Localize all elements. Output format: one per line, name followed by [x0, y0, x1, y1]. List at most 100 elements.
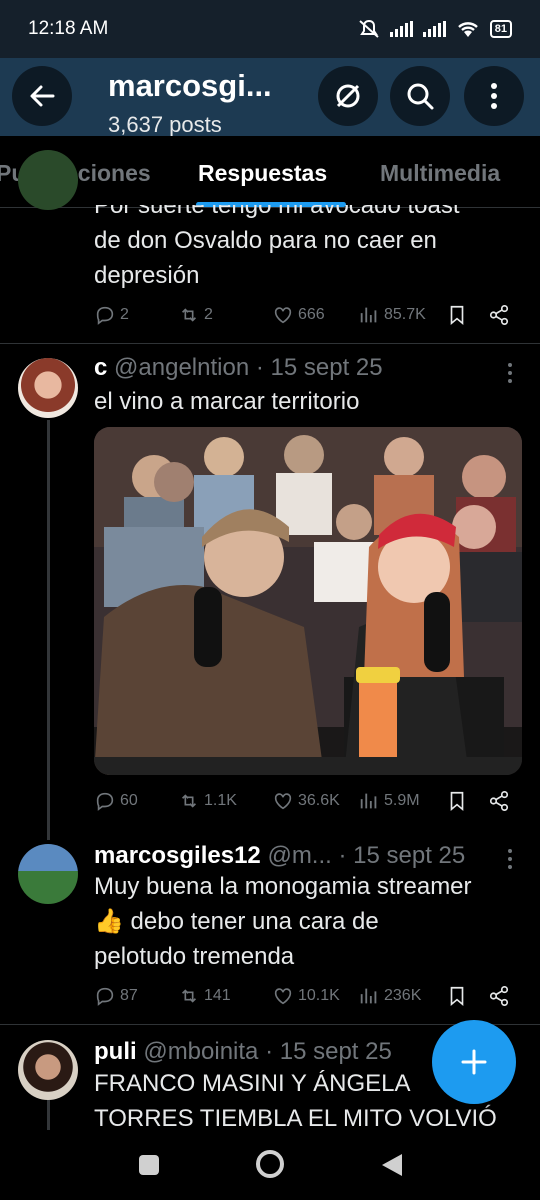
- search-icon: [407, 83, 434, 110]
- status-bar: 12:18 AM 81: [0, 0, 540, 58]
- tweet-text-line: de don Osvaldo para no caer en: [94, 227, 437, 254]
- battery-icon: 81: [489, 20, 512, 38]
- back-nav-icon[interactable]: [380, 1152, 404, 1178]
- retweet-count: 1.1K: [204, 792, 237, 809]
- system-nav-bar: [0, 1130, 540, 1200]
- user-handle[interactable]: @angelntion: [114, 354, 249, 381]
- views-icon: [360, 988, 377, 1004]
- tweet-text-line: pelotudo tremenda: [94, 943, 295, 970]
- thread-line: [47, 1100, 50, 1130]
- share-button[interactable]: [488, 985, 510, 1007]
- avatar[interactable]: [18, 844, 78, 904]
- signal-icon: [389, 21, 413, 37]
- search-button[interactable]: [390, 66, 450, 126]
- reply-button[interactable]: 87: [94, 985, 138, 1007]
- retweet-button[interactable]: 141: [178, 985, 231, 1007]
- avatar[interactable]: [18, 358, 78, 418]
- tweet-header: puli @mboinita · 15 sept 25: [94, 1038, 392, 1066]
- reply-icon: [96, 792, 114, 811]
- display-name[interactable]: puli: [94, 1038, 137, 1065]
- views-count: 85.7K: [384, 306, 426, 323]
- tweet-text-line: Muy buena la monogamia streamer: [94, 873, 472, 900]
- avatar[interactable]: [18, 150, 78, 210]
- status-icons: 81: [358, 19, 512, 39]
- share-icon: [489, 986, 509, 1006]
- share-icon: [489, 791, 509, 811]
- bookmark-icon: [450, 305, 464, 326]
- tweet-date[interactable]: · 15 sept 25: [265, 1038, 392, 1065]
- like-count: 10.1K: [298, 987, 340, 1004]
- tweet-header: c @angelntion · 15 sept 25: [94, 354, 383, 382]
- tab-multimedia[interactable]: Multimedia: [380, 160, 500, 187]
- retweet-button[interactable]: 2: [178, 304, 213, 326]
- like-count: 36.6K: [298, 792, 340, 809]
- tweet-more-icon[interactable]: [500, 360, 520, 386]
- views-button[interactable]: 5.9M: [358, 790, 420, 812]
- tweet-date[interactable]: · 15 sept 25: [256, 354, 383, 381]
- status-time: 12:18 AM: [28, 18, 109, 39]
- mute-icon: [359, 19, 379, 38]
- reply-button[interactable]: 60: [94, 790, 138, 812]
- tweet-text: Por suerte tengo mi avocado toast de don…: [94, 188, 524, 293]
- reply-count: 60: [120, 792, 138, 809]
- compose-button[interactable]: [432, 1020, 516, 1104]
- tweet-actions: 87 141 10.1K 236K: [94, 985, 514, 1013]
- tweet-text-line: TORRES TIEMBLA EL MITO VOLVIÓ: [94, 1105, 497, 1130]
- bookmark-icon: [450, 791, 464, 812]
- tweet-text-line: 👍 debo tener una cara de: [94, 908, 379, 935]
- avatar[interactable]: [18, 1040, 78, 1100]
- views-button[interactable]: 85.7K: [358, 304, 426, 326]
- display-name[interactable]: c: [94, 354, 107, 381]
- retweet-count: 141: [204, 987, 231, 1004]
- divider: [0, 343, 540, 344]
- tweet-text: Muy buena la monogamia streamer 👍 debo t…: [94, 869, 524, 974]
- wifi-icon: [457, 22, 478, 37]
- signal-icon: [422, 21, 446, 37]
- heart-icon: [274, 307, 292, 324]
- views-icon: [360, 307, 377, 323]
- display-name[interactable]: marcosgiles12: [94, 842, 261, 869]
- reply-button[interactable]: 2: [94, 304, 129, 326]
- retweet-icon: [181, 308, 197, 322]
- more-options-button[interactable]: [464, 66, 524, 126]
- home-icon[interactable]: [254, 1148, 286, 1180]
- like-count: 666: [298, 306, 325, 323]
- header-title: marcosgi...: [108, 68, 272, 103]
- profile-header: marcosgi... 3,637 posts: [0, 58, 540, 136]
- user-handle[interactable]: @m...: [267, 842, 331, 869]
- retweet-button[interactable]: 1.1K: [178, 790, 237, 812]
- media-image: [94, 427, 522, 775]
- heart-icon: [274, 988, 292, 1005]
- back-button[interactable]: [12, 66, 72, 126]
- thread-line: [47, 420, 50, 840]
- share-button[interactable]: [488, 790, 510, 812]
- tweet-media[interactable]: [94, 427, 522, 775]
- arrow-left-icon: [30, 85, 55, 107]
- tweet-text-line: el vino a marcar territorio: [94, 388, 360, 415]
- tweet-date[interactable]: · 15 sept 25: [338, 842, 465, 869]
- no-follow-button[interactable]: [318, 66, 378, 126]
- views-icon: [360, 793, 377, 809]
- bookmark-button[interactable]: [446, 985, 468, 1007]
- post-count: 3,637 posts: [108, 112, 222, 136]
- user-handle[interactable]: @mboinita: [143, 1038, 258, 1065]
- reply-icon: [96, 306, 114, 325]
- tab-respuestas[interactable]: Respuestas: [198, 160, 327, 187]
- like-button[interactable]: 666: [272, 304, 325, 326]
- reply-count: 87: [120, 987, 138, 1004]
- views-count: 236K: [384, 987, 422, 1004]
- tweet-actions: 60 1.1K 36.6K 5.9M: [94, 790, 514, 818]
- views-count: 5.9M: [384, 792, 420, 809]
- bookmark-button[interactable]: [446, 304, 468, 326]
- bookmark-icon: [450, 986, 464, 1007]
- bookmark-button[interactable]: [446, 790, 468, 812]
- like-button[interactable]: 10.1K: [272, 985, 340, 1007]
- recents-icon[interactable]: [138, 1154, 160, 1176]
- tweet-actions: 2 2 666 85.7K: [94, 304, 514, 332]
- share-button[interactable]: [488, 304, 510, 326]
- like-button[interactable]: 36.6K: [272, 790, 340, 812]
- tweet-text-line: depresión: [94, 262, 200, 289]
- more-vertical-icon: [491, 83, 497, 109]
- heart-icon: [274, 793, 292, 810]
- views-button[interactable]: 236K: [358, 985, 421, 1007]
